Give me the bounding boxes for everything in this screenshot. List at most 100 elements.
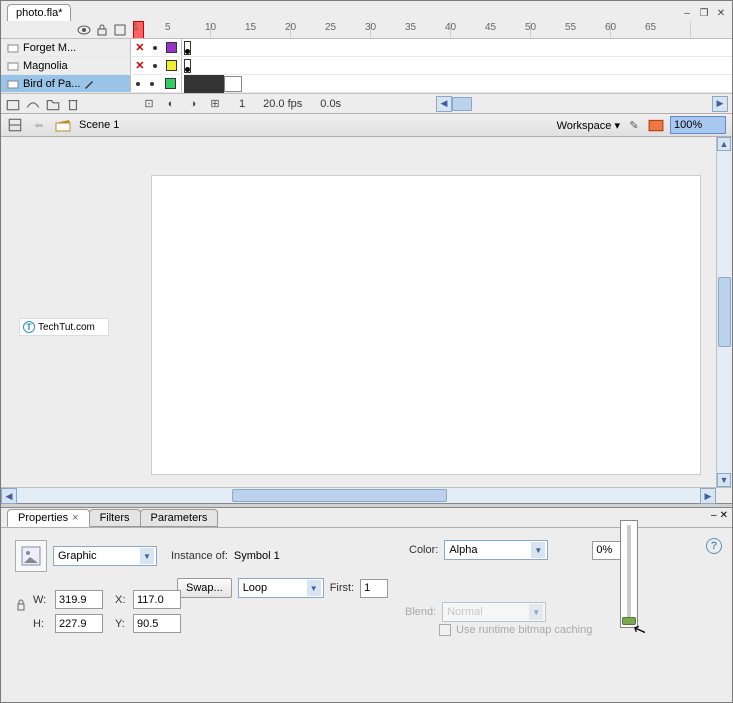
lock-icon[interactable] [95, 23, 109, 37]
edit-multi-icon[interactable]: ⊞ [207, 96, 223, 112]
layer-row[interactable]: Forget M... ✕ [1, 39, 732, 57]
runtime-cache-label: Use runtime bitmap caching [456, 624, 592, 636]
add-motion-icon[interactable] [25, 96, 41, 112]
x-label: X: [115, 594, 129, 606]
edit-scene-icon[interactable] [7, 117, 23, 133]
restore-button[interactable]: ❐ [697, 7, 711, 19]
clapper-icon [55, 118, 71, 132]
hide-toggle[interactable] [136, 82, 140, 86]
layer-row[interactable]: Magnolia ✕ [1, 57, 732, 75]
scroll-thumb[interactable] [452, 97, 472, 111]
color-swatch[interactable] [165, 78, 176, 89]
horizontal-scrollbar[interactable]: ◀ ▶ [1, 487, 732, 503]
tab-parameters[interactable]: Parameters [140, 509, 219, 527]
blend-select: Normal▼ [442, 602, 546, 622]
tab-properties[interactable]: Properties× [7, 509, 90, 527]
delete-layer-icon[interactable] [65, 96, 81, 112]
edit-symbols-icon[interactable]: ✎ [626, 117, 642, 133]
alpha-slider[interactable] [620, 520, 638, 628]
layer-row-selected[interactable]: Bird of Pa... [1, 75, 732, 93]
lock-toggle[interactable] [153, 64, 157, 68]
scene-name: Scene 1 [79, 119, 119, 131]
help-icon[interactable]: ? [706, 538, 722, 554]
vertical-scrollbar[interactable]: ▲ ▼ [716, 137, 732, 487]
frame-ruler[interactable]: 15 1015 2025 3035 4045 5055 6065 [131, 21, 732, 38]
onion-skin-icon[interactable]: ◐ [163, 96, 179, 112]
layer-frames[interactable] [181, 75, 732, 92]
width-input[interactable] [55, 590, 103, 609]
layer-label: Magnolia [23, 60, 68, 72]
symbol-type-icon [15, 540, 47, 572]
instance-name: Symbol 1 [234, 550, 280, 562]
zoom-input[interactable] [670, 116, 726, 134]
scroll-left-button[interactable]: ◀ [1, 488, 17, 504]
y-input[interactable] [133, 614, 181, 633]
layer-frames[interactable] [181, 57, 732, 74]
scroll-down-button[interactable]: ▼ [717, 473, 731, 487]
fps-display: 20.0 fps [263, 98, 302, 110]
add-folder-icon[interactable] [45, 96, 61, 112]
canvas[interactable] [151, 175, 701, 475]
tab-filters[interactable]: Filters [89, 509, 141, 527]
stage: T TechTut.com ▲ ▼ [1, 137, 732, 487]
visibility-icon[interactable] [77, 23, 91, 37]
onion-outline-icon[interactable]: ◑ [185, 96, 201, 112]
workspace-menu[interactable]: Workspace ▾ [557, 119, 620, 132]
close-icon[interactable]: × [72, 512, 78, 524]
runtime-cache-checkbox [439, 624, 451, 636]
h-label: H: [33, 618, 51, 630]
watermark: T TechTut.com [19, 318, 109, 336]
timeline-footer: ⊡ ◐ ◑ ⊞ 1 20.0 fps 0.0s ◀ ▶ [1, 93, 732, 113]
color-effect-select[interactable]: Alpha▼ [444, 540, 548, 560]
first-label: First: [330, 582, 354, 594]
layer-icon [7, 78, 19, 90]
first-input[interactable] [360, 579, 388, 598]
lock-toggle[interactable] [153, 46, 157, 50]
lock-wh-icon[interactable] [15, 590, 27, 622]
pencil-icon [84, 79, 94, 89]
properties-panel: ? Graphic▼ Instance of: Symbol 1 Swap...… [1, 528, 732, 648]
y-label: Y: [115, 618, 129, 630]
time-display: 0.0s [320, 98, 341, 110]
x-input[interactable] [133, 590, 181, 609]
layer-label: Bird of Pa... [23, 78, 80, 90]
outline-icon[interactable] [113, 23, 127, 37]
layer-list: Forget M... ✕ Magnolia ✕ Bird of Pa... [1, 39, 732, 93]
scroll-right-button[interactable]: ▶ [712, 96, 728, 112]
layer-frames[interactable] [181, 39, 732, 56]
title-bar: photo.fla* – ❐ ✕ [1, 1, 732, 21]
color-swatch[interactable] [166, 60, 177, 71]
color-swatch[interactable] [166, 42, 177, 53]
cursor-icon: ↖ [630, 618, 649, 641]
scroll-thumb[interactable] [718, 277, 731, 347]
edit-scene-dropdown-icon[interactable] [648, 117, 664, 133]
scroll-left-button[interactable]: ◀ [436, 96, 452, 112]
add-layer-icon[interactable] [5, 96, 21, 112]
collapse-button[interactable]: – [711, 510, 717, 521]
hide-toggle[interactable]: ✕ [135, 59, 144, 72]
scroll-up-button[interactable]: ▲ [717, 137, 731, 151]
file-tab[interactable]: photo.fla* [7, 4, 71, 21]
color-label: Color: [409, 544, 438, 556]
center-frame-icon[interactable]: ⊡ [141, 96, 157, 112]
height-input[interactable] [55, 614, 103, 633]
timeline-header: 15 1015 2025 3035 4045 5055 6065 [1, 21, 732, 39]
back-icon[interactable]: ⬅ [31, 117, 47, 133]
lock-toggle[interactable] [150, 82, 154, 86]
scene-bar: ⬅ Scene 1 Workspace ▾ ✎ [1, 113, 732, 137]
scroll-thumb[interactable] [232, 489, 447, 502]
scroll-right-button[interactable]: ▶ [700, 488, 716, 504]
current-frame: 1 [239, 98, 245, 110]
close-button[interactable]: ✕ [714, 7, 728, 19]
minimize-button[interactable]: – [680, 7, 694, 19]
layer-icon [7, 42, 19, 54]
blend-label: Blend: [405, 606, 436, 618]
symbol-type-select[interactable]: Graphic▼ [53, 546, 157, 566]
close-panel-button[interactable]: ✕ [720, 510, 728, 521]
loop-select[interactable]: Loop▼ [238, 578, 324, 598]
hide-toggle[interactable]: ✕ [135, 41, 144, 54]
instance-label: Instance of: [171, 550, 228, 562]
w-label: W: [33, 594, 51, 606]
layer-label: Forget M... [23, 42, 76, 54]
layer-icon [7, 60, 19, 72]
